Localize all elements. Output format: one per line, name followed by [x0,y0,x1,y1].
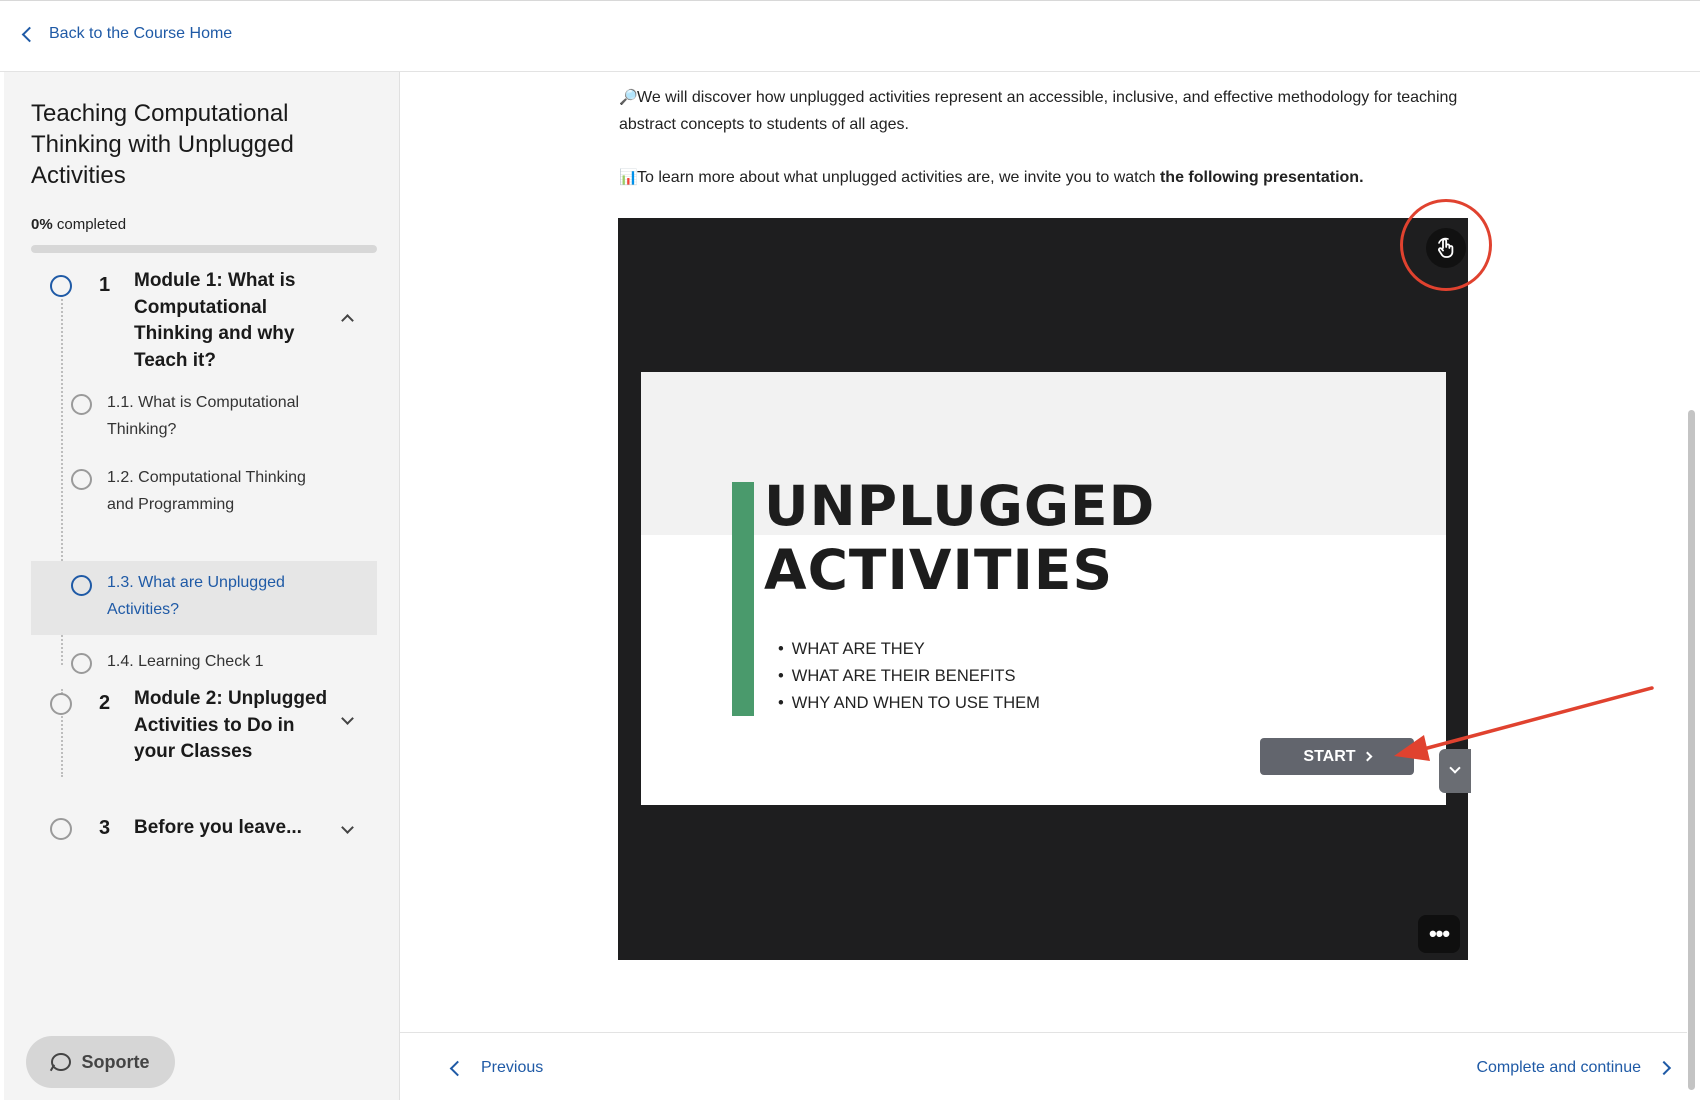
lesson-status-icon [71,653,92,674]
chevron-down-icon[interactable] [341,712,354,725]
scrollbar[interactable] [1688,410,1695,1090]
slide-bullet-list: WHAT ARE THEY WHAT ARE THEIR BENEFITS WH… [778,636,1040,717]
complete-and-continue-button[interactable]: Complete and continue [1476,1059,1672,1077]
lesson-status-icon [71,469,92,490]
lesson-item[interactable]: 1.4. Learning Check 1 [31,649,377,684]
chart-icon: 📊 [619,169,638,186]
module-status-icon [50,693,72,715]
module-title: Before you leave... [134,817,302,838]
course-title: Teaching Computational Thinking with Unp… [31,100,294,189]
presentation-paragraph: 📊To learn more about what unplugged acti… [619,164,1479,191]
chevron-right-icon [1362,751,1373,762]
chevron-right-icon [1656,1060,1672,1076]
start-label: START [1303,747,1356,765]
progress-bar [31,245,377,253]
slide-title-line-1: UNPLUGGED [764,474,1156,538]
module-status-icon [50,818,72,840]
slide-bullet: WHY AND WHEN TO USE THEM [778,690,1040,717]
module-3[interactable]: 3 Before you leave... [4,811,400,851]
lesson-status-icon [71,575,92,596]
top-bar: Back to the Course Home [0,0,1700,72]
chevron-left-icon [449,1060,466,1076]
sidebar: Teaching Computational Thinking with Unp… [4,72,400,1100]
more-options-button[interactable]: ••• [1418,915,1460,953]
lesson-label: 1.4. Learning Check 1 [107,653,264,670]
module-1[interactable]: 1 Module 1: What is Computational Thinki… [4,268,400,371]
title-slide: UNPLUGGED ACTIVITIES WHAT ARE THEY WHAT … [641,372,1471,805]
previous-label: Previous [481,1059,544,1076]
magnifier-icon: 🔎 [619,89,638,106]
lesson-label: 1.3. What are Unplugged Activities? [107,574,285,618]
back-link-label: Back to the Course Home [49,25,233,42]
lesson-item[interactable]: 1.2. Computational Thinking and Programm… [31,465,377,520]
intro-paragraph: 🔎We will discover how unplugged activiti… [619,84,1479,138]
annotation-arrow [1394,686,1654,761]
module-title: Module 2: Unplugged Activities to Do in … [134,688,328,762]
module-title: Module 1: What is Computational Thinking… [134,270,296,371]
progress-label: completed [56,216,127,233]
progress-percent: 0% [31,216,53,233]
chevron-left-icon [21,26,38,42]
lesson-label: 1.1. What is Computational Thinking? [107,394,300,438]
lesson-status-icon [71,394,92,415]
lesson-item-active[interactable]: 1.3. What are Unplugged Activities? [31,561,377,635]
slide-accent-bar [732,482,754,716]
module-number: 2 [99,692,111,714]
back-to-course-link[interactable]: Back to the Course Home [20,25,232,43]
annotation-circle [1400,199,1492,291]
slide-title: UNPLUGGED ACTIVITIES [764,474,1155,602]
lesson-label: 1.2. Computational Thinking and Programm… [107,469,306,513]
support-button[interactable]: Soporte [26,1036,175,1088]
lesson-item[interactable]: 1.1. What is Computational Thinking? [31,390,377,445]
lesson-footer: Previous Complete and continue [400,1032,1687,1100]
chevron-down-icon[interactable] [341,821,354,834]
slide-bullet: WHAT ARE THEY [778,636,1040,663]
slide-bullet: WHAT ARE THEIR BENEFITS [778,663,1040,690]
progress-text: 0% completed [31,216,126,233]
presentation-text-bold: the following presentation. [1159,169,1364,186]
presentation-embed[interactable]: UNPLUGGED ACTIVITIES WHAT ARE THEY WHAT … [618,218,1471,960]
previous-button[interactable]: Previous [448,1059,543,1077]
slide-title-line-2: ACTIVITIES [764,538,1114,602]
module-number: 3 [99,817,111,839]
module-2[interactable]: 2 Module 2: Unplugged Activities to Do i… [4,686,400,766]
support-label: Soporte [81,1051,150,1072]
chat-bubble-icon [51,1053,72,1071]
presentation-text: To learn more about what unplugged activ… [637,169,1160,186]
module-number: 1 [99,274,111,296]
intro-text: We will discover how unplugged activitie… [619,89,1458,133]
module-status-icon [50,275,72,297]
next-label: Complete and continue [1476,1059,1641,1076]
chevron-up-icon[interactable] [341,314,354,327]
